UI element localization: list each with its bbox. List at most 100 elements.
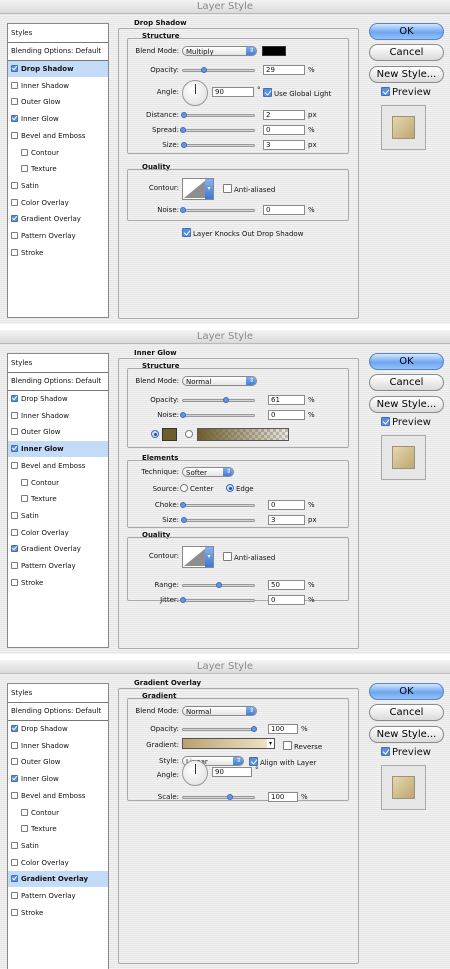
new-style-button[interactable]: New Style... (369, 726, 444, 743)
checkbox[interactable] (11, 65, 18, 72)
size-slider[interactable] (181, 142, 255, 148)
styles-header[interactable]: Styles (11, 355, 111, 371)
ok-button[interactable]: OK (369, 23, 444, 40)
checkbox[interactable] (11, 511, 18, 519)
sidebar-item-inner-glow[interactable]: Inner Glow (8, 771, 108, 787)
checkbox[interactable] (11, 875, 18, 883)
sidebar-item-pattern-overlay[interactable]: Pattern Overlay (8, 228, 108, 244)
blend-mode-select[interactable]: Multiply ⇕ (182, 46, 257, 56)
align-with-layer-checkbox-box[interactable] (249, 757, 258, 766)
sidebar-item-satin[interactable]: Satin (8, 508, 108, 524)
jitter-slider[interactable] (180, 597, 255, 603)
size-slider[interactable] (181, 517, 255, 523)
anti-aliased-checkbox[interactable]: Anti-aliased (223, 184, 275, 194)
blending-options-item[interactable]: Blending Options: Default (11, 703, 111, 719)
sidebar-item-contour[interactable]: Contour (8, 475, 108, 491)
checkbox[interactable] (21, 808, 28, 816)
sidebar-item-contour[interactable]: Contour (8, 805, 108, 821)
sidebar-item-contour[interactable]: Contour (8, 145, 108, 161)
sidebar-item-gradient-overlay[interactable]: Gradient Overlay (8, 211, 108, 227)
anti-aliased-checkbox-box[interactable] (223, 184, 232, 193)
noise-slider[interactable] (180, 412, 255, 418)
sidebar-item-stroke[interactable]: Stroke (8, 245, 108, 261)
noise-slider-thumb[interactable] (180, 207, 186, 213)
checkbox[interactable] (11, 461, 18, 469)
checkbox[interactable] (21, 495, 28, 503)
checkbox[interactable] (11, 131, 18, 139)
technique-select[interactable]: Softer ⇕ (182, 467, 234, 477)
sidebar-item-pattern-overlay[interactable]: Pattern Overlay (8, 888, 108, 904)
spread-slider[interactable] (180, 127, 255, 133)
opacity-field[interactable]: 61 (268, 395, 305, 405)
scale-field[interactable]: 100 (268, 792, 298, 802)
choke-slider[interactable] (180, 502, 255, 508)
checkbox[interactable] (21, 165, 28, 173)
angle-dial-icon[interactable] (182, 760, 208, 786)
checkbox[interactable] (11, 215, 18, 223)
sidebar-item-bevel-and-emboss[interactable]: Bevel and Emboss (8, 788, 108, 804)
checkbox[interactable] (11, 562, 18, 569)
noise-field[interactable]: 0 (263, 205, 305, 215)
contour-picker[interactable]: ▾ (182, 546, 214, 568)
sidebar-item-satin[interactable]: Satin (8, 838, 108, 854)
checkbox[interactable] (11, 725, 18, 732)
styles-header[interactable]: Styles (11, 685, 111, 701)
checkbox[interactable] (11, 98, 18, 106)
sidebar-item-texture[interactable]: Texture (8, 821, 108, 837)
checkbox[interactable] (11, 858, 18, 866)
new-style-button[interactable]: New Style... (369, 66, 444, 83)
angle-field[interactable]: 90 (212, 767, 252, 777)
checkbox[interactable] (11, 741, 18, 749)
cancel-button[interactable]: Cancel (369, 374, 444, 391)
source-center-radio[interactable]: Center (180, 484, 214, 493)
sidebar-item-outer-glow[interactable]: Outer Glow (8, 754, 108, 770)
noise-field[interactable]: 0 (268, 410, 305, 420)
noise-slider-thumb[interactable] (180, 412, 186, 418)
use-global-light-checkbox-box[interactable] (263, 88, 272, 97)
glow-color-swatch[interactable] (162, 428, 177, 441)
new-style-button[interactable]: New Style... (369, 396, 444, 413)
checkbox[interactable] (11, 81, 18, 89)
checkbox[interactable] (11, 892, 18, 899)
preview-checkbox[interactable]: Preview (381, 747, 431, 759)
reverse-checkbox[interactable]: Reverse (283, 741, 322, 751)
spread-slider-thumb[interactable] (180, 127, 186, 133)
sidebar-item-bevel-and-emboss[interactable]: Bevel and Emboss (8, 458, 108, 474)
sidebar-item-pattern-overlay[interactable]: Pattern Overlay (8, 558, 108, 574)
scale-slider[interactable] (182, 794, 255, 800)
blending-options-item[interactable]: Blending Options: Default (11, 43, 111, 59)
sidebar-item-color-overlay[interactable]: Color Overlay (8, 855, 108, 871)
sidebar-item-color-overlay[interactable]: Color Overlay (8, 195, 108, 211)
blend-mode-select[interactable]: Normal ⇕ (182, 706, 257, 716)
checkbox[interactable] (11, 545, 18, 553)
sidebar-item-bevel-and-emboss[interactable]: Bevel and Emboss (8, 128, 108, 144)
shadow-color-swatch[interactable] (262, 46, 286, 56)
checkbox[interactable] (11, 908, 18, 916)
scale-slider-thumb[interactable] (226, 794, 233, 800)
opacity-slider[interactable] (182, 397, 255, 403)
sidebar-item-inner-shadow[interactable]: Inner Shadow (8, 78, 108, 94)
checkbox[interactable] (11, 411, 18, 419)
sidebar-item-inner-glow[interactable]: Inner Glow (8, 111, 108, 127)
range-slider-thumb[interactable] (215, 582, 222, 588)
opacity-slider[interactable] (182, 67, 255, 73)
sidebar-item-drop-shadow[interactable]: Drop Shadow (8, 61, 108, 77)
checkbox[interactable] (21, 825, 28, 833)
angle-field[interactable]: 90 (212, 87, 254, 97)
checkbox[interactable] (11, 841, 18, 849)
checkbox[interactable] (11, 181, 18, 189)
sidebar-item-gradient-overlay[interactable]: Gradient Overlay (8, 871, 108, 888)
knockout-checkbox-box[interactable] (182, 228, 191, 237)
blending-options-item[interactable]: Blending Options: Default (11, 373, 111, 389)
opacity-slider-thumb[interactable] (251, 726, 257, 732)
sidebar-item-color-overlay[interactable]: Color Overlay (8, 525, 108, 541)
sidebar-item-drop-shadow[interactable]: Drop Shadow (8, 391, 108, 407)
checkbox[interactable] (21, 478, 28, 486)
angle-dial-icon[interactable] (182, 80, 208, 106)
choke-field[interactable]: 0 (268, 500, 305, 510)
styles-header[interactable]: Styles (11, 25, 111, 41)
checkbox[interactable] (11, 528, 18, 536)
checkbox[interactable] (11, 115, 18, 123)
sidebar-item-gradient-overlay[interactable]: Gradient Overlay (8, 541, 108, 557)
ok-button[interactable]: OK (369, 353, 444, 370)
